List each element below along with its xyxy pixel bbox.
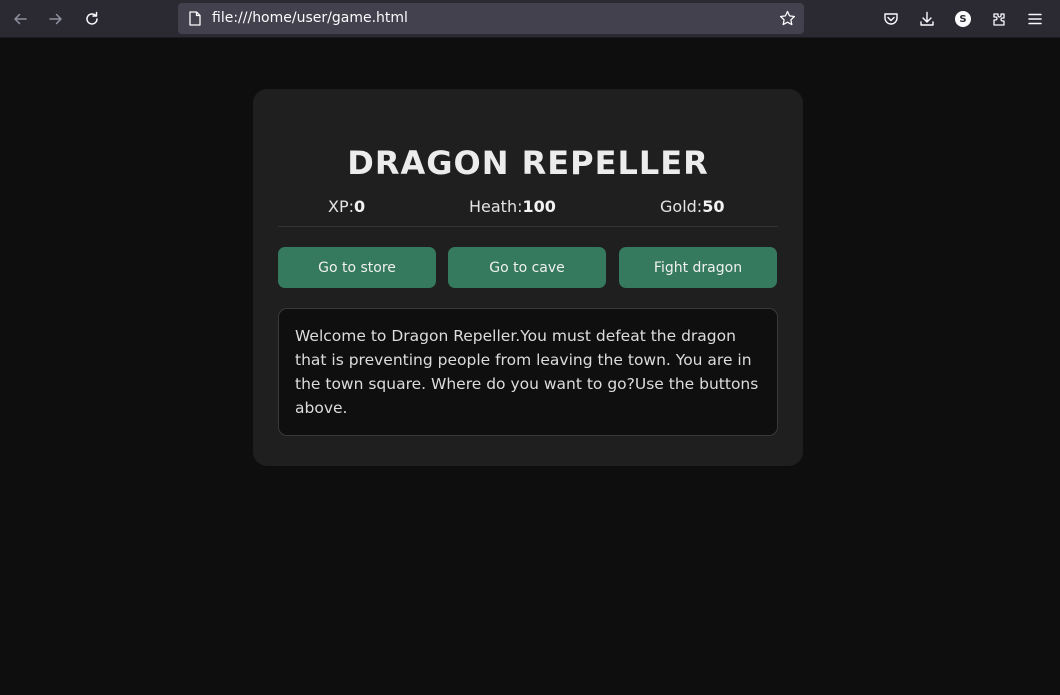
fight-dragon-button[interactable]: Fight dragon (619, 247, 777, 288)
browser-toolbar: file:///home/user/game.html S (0, 0, 1060, 38)
xp-label: XP: (328, 197, 354, 216)
reload-button[interactable] (79, 6, 105, 32)
page-icon (189, 11, 201, 26)
pocket-icon (884, 13, 898, 25)
back-button[interactable] (7, 6, 33, 32)
gold-stat: Gold:50 (660, 197, 724, 216)
extensions-button[interactable] (986, 6, 1012, 32)
account-button[interactable]: S (950, 6, 976, 32)
account-icon: S (955, 11, 971, 27)
xp-stat: XP:0 (328, 197, 365, 216)
menu-button[interactable] (1022, 6, 1048, 32)
address-bar[interactable]: file:///home/user/game.html (178, 3, 804, 34)
bookmark-star-icon[interactable] (779, 10, 796, 27)
gold-value: 50 (702, 197, 725, 216)
menu-icon (1028, 13, 1042, 25)
downloads-button[interactable] (914, 6, 940, 32)
xp-value: 0 (354, 197, 366, 216)
go-to-store-button[interactable]: Go to store (278, 247, 436, 288)
go-to-cave-button[interactable]: Go to cave (448, 247, 606, 288)
gold-label: Gold: (660, 197, 703, 216)
game-card: DRAGON REPELLER XP:0 Heath:100 Gold:50 G… (253, 89, 803, 466)
back-arrow-icon (14, 13, 27, 25)
url-text: file:///home/user/game.html (212, 10, 408, 26)
game-text: Welcome to Dragon Repeller.You must defe… (278, 308, 778, 436)
game-title: DRAGON REPELLER (347, 144, 709, 182)
health-label: Heath: (469, 197, 523, 216)
health-stat: Heath:100 (469, 197, 556, 216)
forward-button[interactable] (43, 6, 69, 32)
extensions-icon (993, 13, 1005, 26)
stats-bar: XP:0 Heath:100 Gold:50 (278, 195, 778, 227)
download-icon (920, 11, 934, 26)
forward-arrow-icon (49, 13, 62, 25)
reload-icon (86, 11, 98, 25)
pocket-button[interactable] (878, 6, 904, 32)
health-value: 100 (522, 197, 556, 216)
